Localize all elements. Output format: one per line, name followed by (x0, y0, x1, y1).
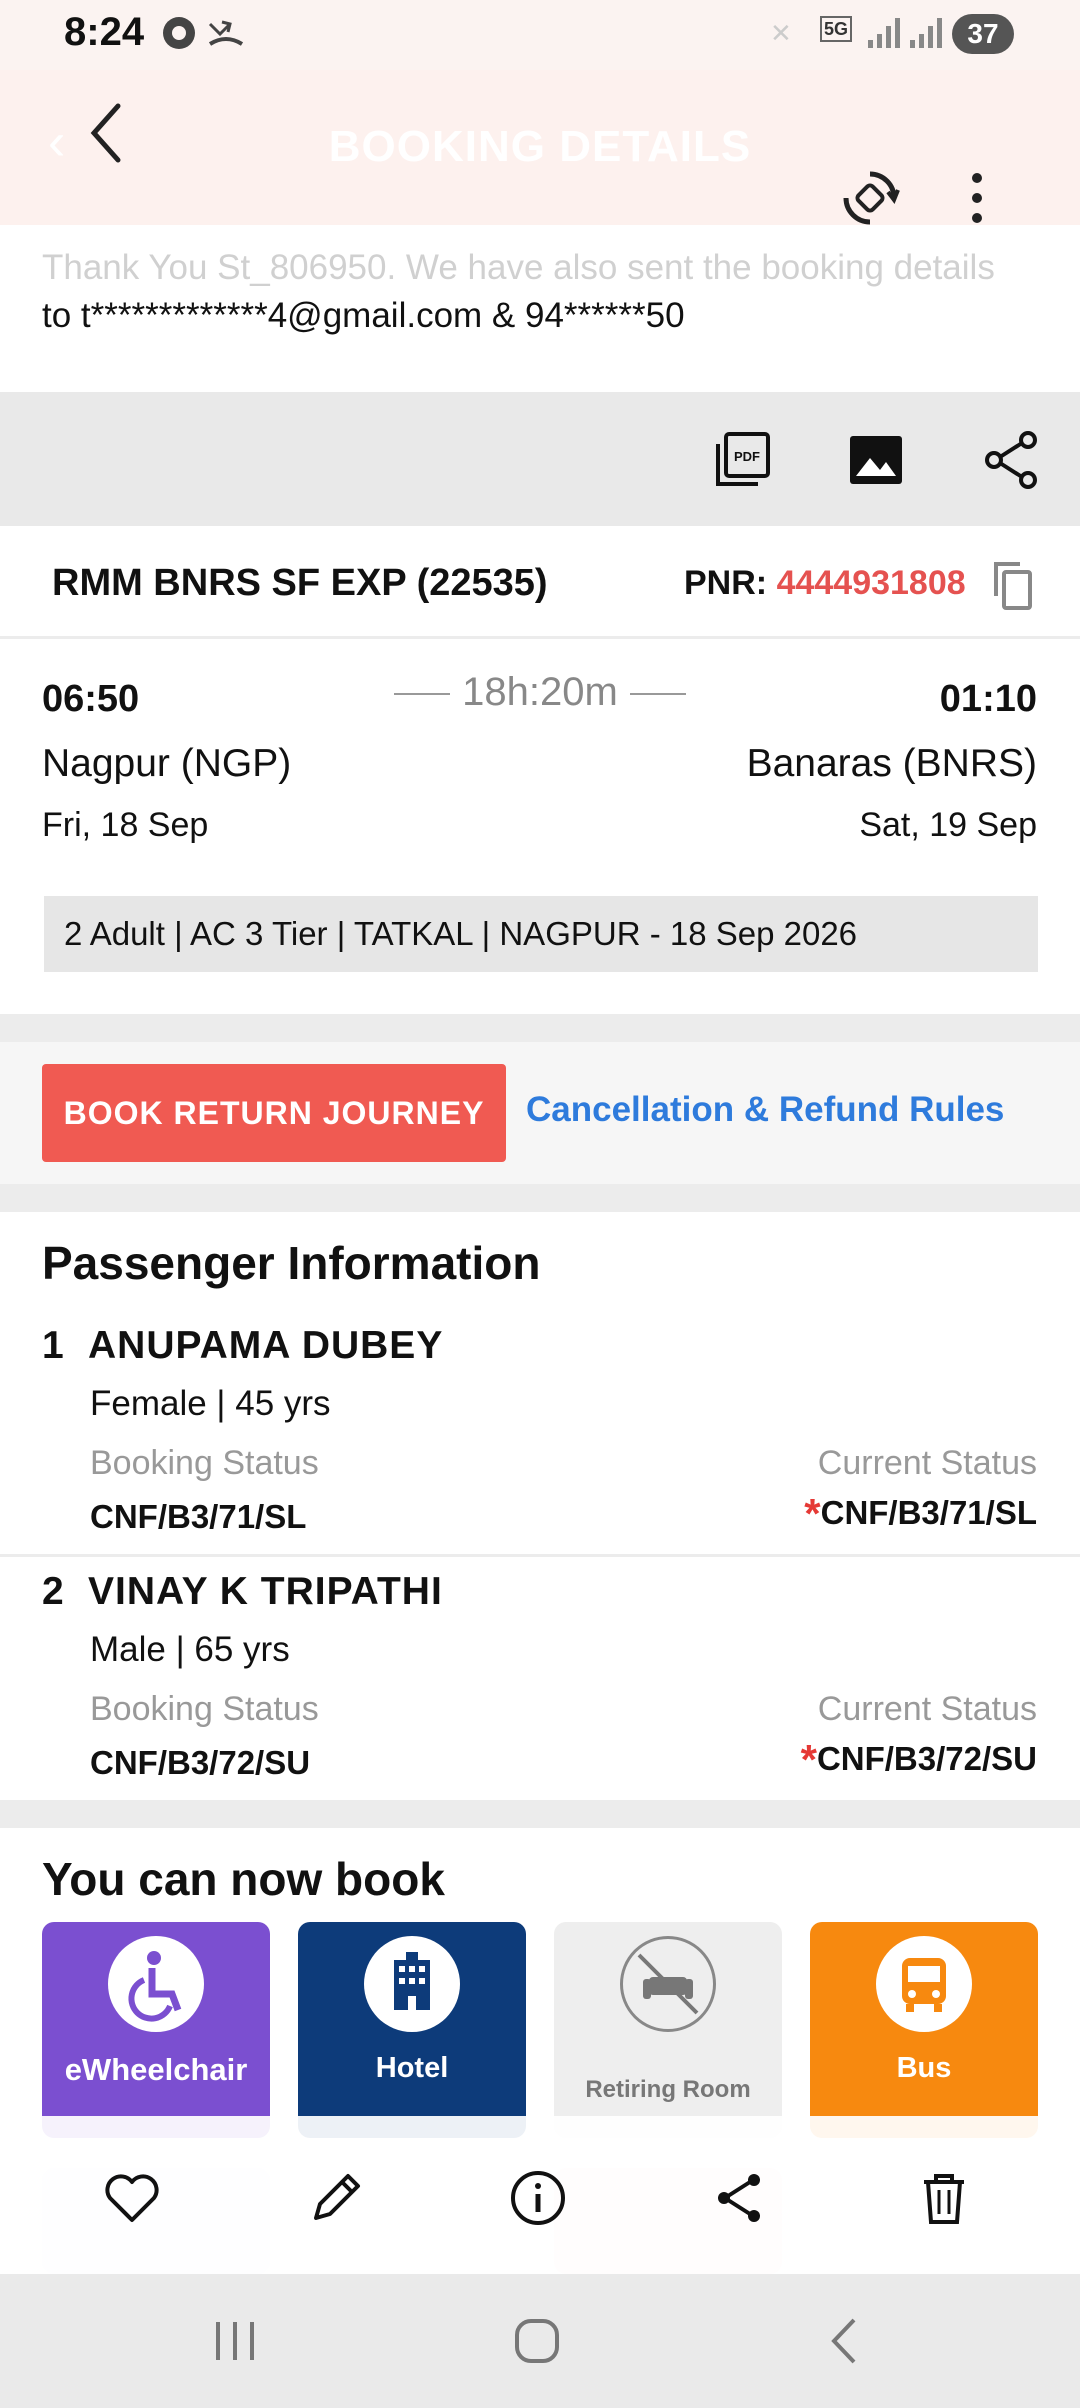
missed-call-icon (206, 14, 246, 60)
copy-pnr-button[interactable] (990, 560, 1034, 617)
divider (0, 1554, 1080, 1557)
hotel-tile[interactable]: Hotel (298, 1922, 526, 2138)
current-status-label: Current Status (817, 1690, 1037, 1728)
section-gap (0, 1800, 1080, 1828)
booking-status-value: CNF/B3/72/SU (90, 1744, 311, 1781)
share-button[interactable] (982, 430, 1042, 490)
download-toolbar: PDF (0, 392, 1080, 526)
arrival-time: 01:10 (939, 678, 1037, 720)
system-back-button[interactable] (820, 2316, 870, 2371)
pdf-icon: PDF (716, 432, 770, 486)
copy-icon (994, 562, 1032, 610)
wheelchair-icon (108, 1936, 204, 2032)
sync-icon (843, 171, 900, 225)
pnr-info: PNR: 4444931808 (684, 564, 966, 603)
share-details-button[interactable] (710, 2168, 770, 2228)
retiring-room-icon (620, 1936, 716, 2032)
battery-indicator: 37 (952, 14, 1014, 54)
pnr-label: PNR: (684, 564, 768, 602)
passenger-number: 1 (42, 1324, 64, 1367)
section-gap (0, 1014, 1080, 1042)
app-header: ‹ BOOKING DETAILS (0, 70, 1080, 225)
ewheelchair-tile[interactable]: eWheelchair (42, 1922, 270, 2138)
duration-text: 18h:20m (462, 670, 618, 714)
duration-line-right (629, 693, 686, 696)
image-icon (850, 436, 902, 484)
bus-tile[interactable]: Bus (810, 1922, 1038, 2138)
retiring-room-tile[interactable]: Retiring Room (554, 1922, 782, 2138)
cancellation-refund-rules-link[interactable]: Cancellation & Refund Rules (526, 1090, 1004, 1130)
recent-apps-button[interactable] (210, 2316, 260, 2371)
divider (0, 636, 1080, 639)
system-nav-bar (0, 2274, 1080, 2408)
more-options-button[interactable] (965, 168, 989, 233)
from-station: Nagpur (NGP) (42, 742, 292, 785)
home-icon (515, 2319, 559, 2363)
asterisk-icon: * (804, 1490, 821, 1537)
arrival-date: Sat, 19 Sep (859, 806, 1037, 844)
save-image-button[interactable] (846, 430, 906, 490)
signal-icon-2 (908, 14, 948, 58)
info-icon (511, 2171, 565, 2225)
current-status: *CNF/B3/72/SU (801, 1736, 1037, 1784)
network-type: 5G (820, 16, 853, 42)
current-status: *CNF/B3/71/SL (804, 1490, 1037, 1538)
refresh-button[interactable] (840, 168, 900, 233)
journey-summary: 2 Adult | AC 3 Tier | TATKAL | NAGPUR - … (44, 896, 1038, 972)
info-button[interactable] (508, 2168, 568, 2228)
trash-icon (924, 2174, 964, 2224)
bus-icon (876, 1936, 972, 2032)
notification-icon (160, 14, 198, 60)
passenger-meta: Female | 45 yrs (90, 1384, 331, 1423)
status-time: 8:24 (64, 10, 145, 54)
asterisk-icon: * (800, 1736, 817, 1783)
favorite-button[interactable] (102, 2168, 162, 2228)
passenger-number: 2 (42, 1570, 64, 1613)
mute-icon: ✕ (770, 18, 792, 48)
recent-apps-icon (216, 2322, 254, 2360)
back-button[interactable] (82, 98, 132, 168)
current-status-label: Current Status (817, 1444, 1037, 1482)
section-gap (0, 1184, 1080, 1212)
departure-date: Fri, 18 Sep (42, 806, 209, 844)
booking-status-value: CNF/B3/71/SL (90, 1498, 307, 1535)
thank-you-message: Thank You St_806950. We have also sent t… (42, 248, 995, 287)
home-button[interactable] (512, 2316, 562, 2371)
duration-line-left (394, 693, 451, 696)
tile-label: Hotel (375, 2052, 449, 2084)
journey-duration: 18h:20m (0, 670, 1080, 715)
booking-status-label: Booking Status (90, 1444, 319, 1482)
you-can-now-book-title: You can now book (42, 1853, 445, 1905)
contact-details: to t*************4@gmail.com & 94******5… (42, 296, 685, 335)
passenger-name: VINAY K TRIPATHI (88, 1570, 443, 1613)
edit-button[interactable] (306, 2168, 366, 2228)
passenger-meta: Male | 65 yrs (90, 1630, 290, 1669)
tile-label: eWheelchair (64, 2052, 248, 2087)
svg-text:PDF: PDF (734, 449, 760, 464)
signal-icon (866, 14, 906, 58)
current-status-value: CNF/B3/71/SL (820, 1494, 1037, 1531)
book-return-journey-button[interactable]: BOOK RETURN JOURNEY (42, 1064, 506, 1162)
tile-label: Bus (896, 2052, 952, 2084)
share-icon (985, 431, 1037, 489)
train-name: RMM BNRS SF EXP (22535) (52, 562, 548, 604)
more-vertical-icon (972, 173, 982, 223)
share-icon (718, 2174, 760, 2222)
to-station: Banaras (BNRS) (746, 742, 1037, 785)
chevron-left-icon (90, 103, 121, 163)
passenger-info-title: Passenger Information (42, 1237, 541, 1289)
download-pdf-button[interactable]: PDF (712, 430, 772, 490)
passenger-name: ANUPAMA DUBEY (88, 1324, 444, 1367)
booking-status-label: Booking Status (90, 1690, 319, 1728)
page-title: BOOKING DETAILS (328, 122, 752, 171)
pencil-icon (314, 2174, 360, 2220)
hotel-icon (364, 1936, 460, 2032)
delete-button[interactable] (914, 2168, 974, 2228)
heart-icon (105, 2174, 159, 2222)
current-status-value: CNF/B3/72/SU (816, 1740, 1037, 1777)
pnr-value: 4444931808 (776, 564, 966, 602)
status-bar: 8:24 ✕ 5G 37 (0, 0, 1080, 70)
tile-label: Retiring Room (585, 2076, 751, 2103)
back-icon (831, 2318, 856, 2364)
